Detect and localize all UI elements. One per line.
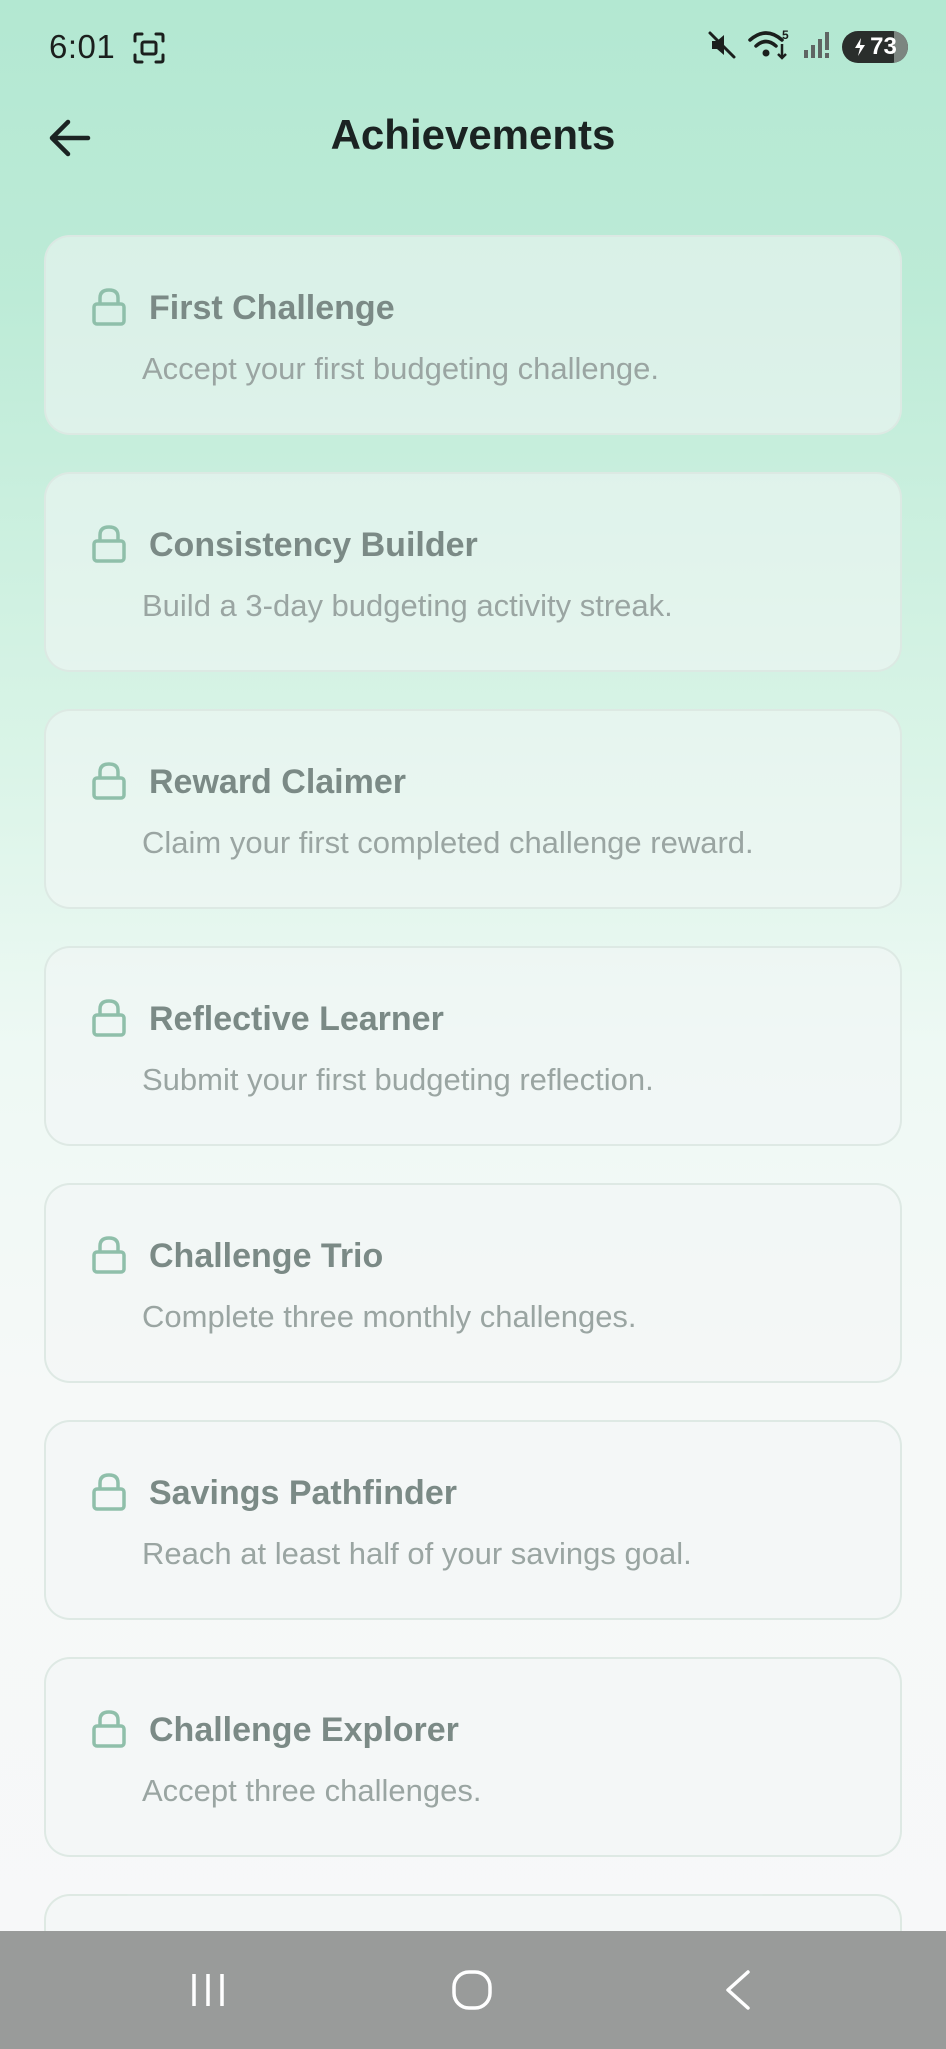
lock-icon: [91, 761, 127, 801]
nav-back-button[interactable]: [698, 1957, 778, 2023]
achievement-card[interactable]: Challenge Trio Complete three monthly ch…: [44, 1183, 902, 1383]
achievement-description: Accept three challenges.: [142, 1773, 482, 1808]
mute-icon: [706, 29, 738, 66]
achievement-title: Savings Pathfinder: [149, 1474, 457, 1512]
achievement-card[interactable]: Challenge Explorer Accept three challeng…: [44, 1657, 902, 1857]
achievement-list: First Challenge Accept your first budget…: [44, 235, 902, 2011]
lock-icon: [91, 1709, 127, 1749]
system-nav-bar: [0, 1931, 946, 2049]
achievement-description: Complete three monthly challenges.: [142, 1299, 637, 1334]
recents-icon: [192, 1974, 224, 2006]
wifi-badge: 5: [782, 28, 789, 42]
achievement-description: Build a 3-day budgeting activity streak.: [142, 588, 673, 623]
status-bar: 6:01 5 73: [0, 0, 946, 95]
wifi-icon: 5: [748, 28, 792, 67]
achievement-title: First Challenge: [149, 289, 395, 327]
home-button[interactable]: [432, 1957, 512, 2023]
achievement-card[interactable]: Reflective Learner Submit your first bud…: [44, 946, 902, 1146]
achievement-title: Reflective Learner: [149, 1000, 444, 1038]
achievement-description: Reach at least half of your savings goal…: [142, 1536, 692, 1571]
app-header: Achievements: [0, 95, 946, 180]
achievement-card[interactable]: Consistency Builder Build a 3-day budget…: [44, 472, 902, 672]
battery-level: 73: [870, 33, 897, 60]
achievement-title: Consistency Builder: [149, 526, 478, 564]
achievement-card[interactable]: Savings Pathfinder Reach at least half o…: [44, 1420, 902, 1620]
signal-icon: [802, 30, 832, 65]
achievement-title: Challenge Trio: [149, 1237, 384, 1275]
achievement-description: Accept your first budgeting challenge.: [142, 351, 659, 386]
status-time: 6:01: [49, 28, 116, 65]
lock-icon: [91, 287, 127, 327]
page-title: Achievements: [330, 111, 616, 158]
home-icon: [452, 1970, 492, 2010]
achievement-card[interactable]: First Challenge Accept your first budget…: [44, 235, 902, 435]
lock-icon: [91, 1235, 127, 1275]
lock-icon: [91, 998, 127, 1038]
screenshot-icon: [132, 31, 166, 65]
achievement-card[interactable]: Reward Claimer Claim your first complete…: [44, 709, 902, 909]
charging-icon: [855, 38, 866, 56]
chevron-left-icon: [726, 1970, 750, 2010]
achievement-description: Claim your first completed challenge rew…: [142, 825, 754, 860]
achievement-description: Submit your first budgeting reflection.: [142, 1062, 654, 1097]
lock-icon: [91, 524, 127, 564]
lock-icon: [91, 1472, 127, 1512]
recents-button[interactable]: [168, 1957, 248, 2023]
achievement-title: Challenge Explorer: [149, 1711, 459, 1749]
battery-indicator: 73: [842, 31, 908, 63]
achievement-title: Reward Claimer: [149, 763, 406, 801]
status-icons: 5 73: [706, 28, 908, 66]
